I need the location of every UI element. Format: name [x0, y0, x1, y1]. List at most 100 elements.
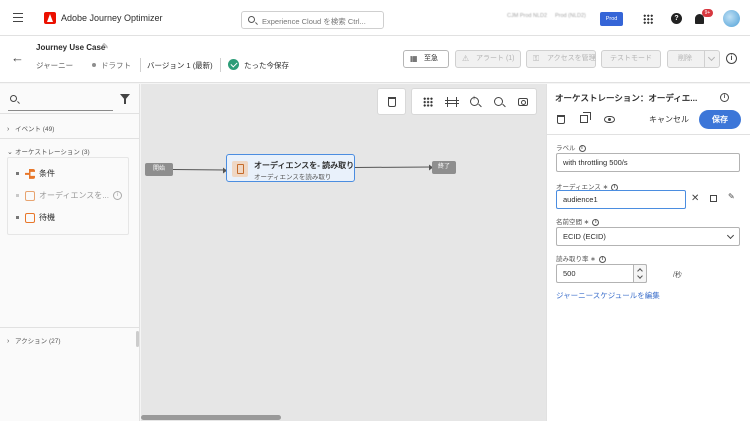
- cancel-button[interactable]: キャンセル: [648, 111, 690, 129]
- properties-title: オーケストレーション：オーディエ...: [555, 93, 698, 103]
- read-rate-unit: /秒: [673, 272, 682, 279]
- info-icon[interactable]: i: [720, 93, 729, 102]
- info-icon[interactable]: i: [578, 144, 586, 152]
- namespace-select[interactable]: ECID (ECID): [556, 227, 740, 246]
- label-input[interactable]: with throttling 500/s: [556, 153, 740, 172]
- environment-badge[interactable]: Prod: [600, 12, 623, 26]
- canvas-horizontal-scrollbar[interactable]: [141, 415, 281, 420]
- back-arrow-icon[interactable]: ←: [11, 51, 24, 64]
- alert-icon: ⚠: [462, 54, 470, 63]
- palette-search-input[interactable]: [8, 89, 113, 111]
- manage-access-button[interactable]: ⚿ アクセスを管理: [526, 50, 596, 68]
- section-events[interactable]: › イベント (49): [7, 123, 54, 133]
- info-icon[interactable]: i: [726, 53, 737, 64]
- search-icon: [10, 95, 17, 102]
- connector-node-to-end: [354, 166, 433, 168]
- chevron-down-icon[interactable]: [637, 273, 643, 279]
- start-node[interactable]: 開始: [145, 163, 173, 176]
- test-mode-label: テストモード: [610, 55, 652, 62]
- edit-pencil-icon[interactable]: ✎: [728, 192, 735, 201]
- manage-access-label: アクセスを管理: [547, 55, 596, 62]
- sandbox-name[interactable]: Prod (NLD2): [555, 13, 586, 19]
- audience-icon: [232, 161, 248, 177]
- divider: [140, 58, 141, 72]
- canvas-delete-toolbar: [377, 88, 406, 115]
- duplicate-icon[interactable]: [580, 112, 591, 123]
- divider: [0, 138, 140, 139]
- fit-to-screen-icon[interactable]: [445, 97, 459, 107]
- chevron-right-icon: ›: [7, 338, 10, 345]
- edit-schedule-link[interactable]: ジャーニースケジュールを編集: [556, 290, 660, 301]
- palette-item-condition[interactable]: 条件: [16, 168, 55, 179]
- connector-start-to-node: [172, 169, 227, 171]
- delete-button[interactable]: 削除: [667, 50, 720, 68]
- alert-button[interactable]: ⚠ アラート (1): [455, 50, 521, 68]
- node-subtitle: オーディエンスを読み取り: [254, 174, 332, 181]
- divider: [0, 327, 140, 328]
- chevron-down-icon: ⌄: [7, 149, 13, 156]
- audience-icon: [25, 190, 35, 201]
- drag-handle-icon[interactable]: [16, 194, 19, 198]
- section-actions-label: アクション (27): [15, 338, 61, 345]
- copy-icon[interactable]: [710, 195, 717, 202]
- help-icon[interactable]: ?: [671, 13, 682, 24]
- drag-handle-icon[interactable]: [16, 216, 19, 220]
- info-icon[interactable]: i: [598, 255, 606, 263]
- trash-icon[interactable]: [388, 97, 396, 107]
- screenshot-icon[interactable]: [518, 98, 528, 106]
- namespace-field-label: 名前空間 ∗ i: [556, 216, 600, 226]
- end-node[interactable]: 終了: [432, 161, 456, 174]
- label-text: 名前空間: [556, 219, 582, 226]
- calendar-icon: ▦: [410, 54, 418, 63]
- label-text: 読み取り率: [556, 256, 589, 263]
- global-search-input[interactable]: Experience Cloud を検索 Ctrl...: [241, 11, 384, 29]
- palette-item-wait[interactable]: 待機: [16, 212, 55, 223]
- properties-panel: オーケストレーション：オーディエ... i キャンセル 保存 ラベル i with…: [546, 84, 750, 421]
- label-field-label: ラベル i: [556, 142, 586, 152]
- label-text: ラベル: [556, 145, 576, 152]
- journey-type: ジャーニー: [36, 61, 74, 70]
- palette-item-label: 条件: [39, 169, 55, 178]
- divider: [547, 134, 750, 135]
- grid-icon[interactable]: [423, 97, 433, 107]
- key-icon: ⚿: [533, 54, 540, 63]
- org-name[interactable]: CJM Prod NLD2: [507, 13, 547, 19]
- zoom-in-icon[interactable]: [470, 95, 479, 106]
- menu-icon[interactable]: [13, 13, 23, 22]
- delete-label: 削除: [678, 55, 692, 62]
- search-icon: [248, 16, 255, 23]
- save-button[interactable]: 保存: [699, 110, 741, 129]
- zoom-out-icon[interactable]: [494, 95, 503, 106]
- info-icon[interactable]: i: [112, 191, 122, 201]
- user-avatar[interactable]: [723, 10, 740, 27]
- node-title: オーディエンスを- 読み取り: [254, 161, 355, 170]
- adobe-logo-icon[interactable]: [44, 12, 56, 24]
- alert-button-label: アラート (1): [476, 55, 515, 62]
- chevron-down-icon[interactable]: [707, 53, 716, 62]
- app-switcher-icon[interactable]: [643, 14, 653, 24]
- search-placeholder: Experience Cloud を検索 Ctrl...: [262, 17, 366, 26]
- test-mode-button[interactable]: テストモード: [601, 50, 661, 68]
- audience-input[interactable]: audience1: [556, 190, 686, 209]
- app-title[interactable]: Adobe Journey Optimizer: [61, 13, 163, 23]
- filter-icon[interactable]: [120, 94, 130, 104]
- edit-title-icon[interactable]: ✎: [102, 42, 109, 51]
- drag-handle-icon[interactable]: [16, 172, 19, 176]
- urgent-button[interactable]: ▦ 至急: [403, 50, 449, 68]
- clear-icon[interactable]: ✕: [691, 193, 699, 204]
- read-audience-node[interactable]: オーディエンスを- 読み取り オーディエンスを読み取り: [226, 154, 355, 182]
- journey-header: ← Journey Use Case ✎ ジャーニー ドラフト バージョン 1 …: [0, 36, 750, 83]
- section-orchestration-label: オーケストレーション (3): [15, 149, 90, 156]
- section-orchestration[interactable]: ⌄ オーケストレーション (3): [7, 146, 90, 156]
- condition-icon: [25, 168, 35, 179]
- notification-count-badge: 9+: [702, 9, 713, 17]
- palette-item-read-audience[interactable]: オーディエンスを... i: [16, 190, 122, 201]
- section-actions[interactable]: › アクション (27): [7, 335, 61, 345]
- palette-item-label: オーディエンスを...: [39, 191, 109, 200]
- preview-eye-icon[interactable]: [604, 116, 615, 123]
- trash-icon[interactable]: [557, 115, 565, 124]
- info-icon[interactable]: i: [592, 218, 600, 226]
- journey-canvas[interactable]: 開始 オーディエンスを- 読み取り オーディエンスを読み取り 終了: [141, 84, 546, 421]
- palette-resize-handle[interactable]: [136, 331, 139, 347]
- read-rate-stepper[interactable]: [633, 264, 647, 283]
